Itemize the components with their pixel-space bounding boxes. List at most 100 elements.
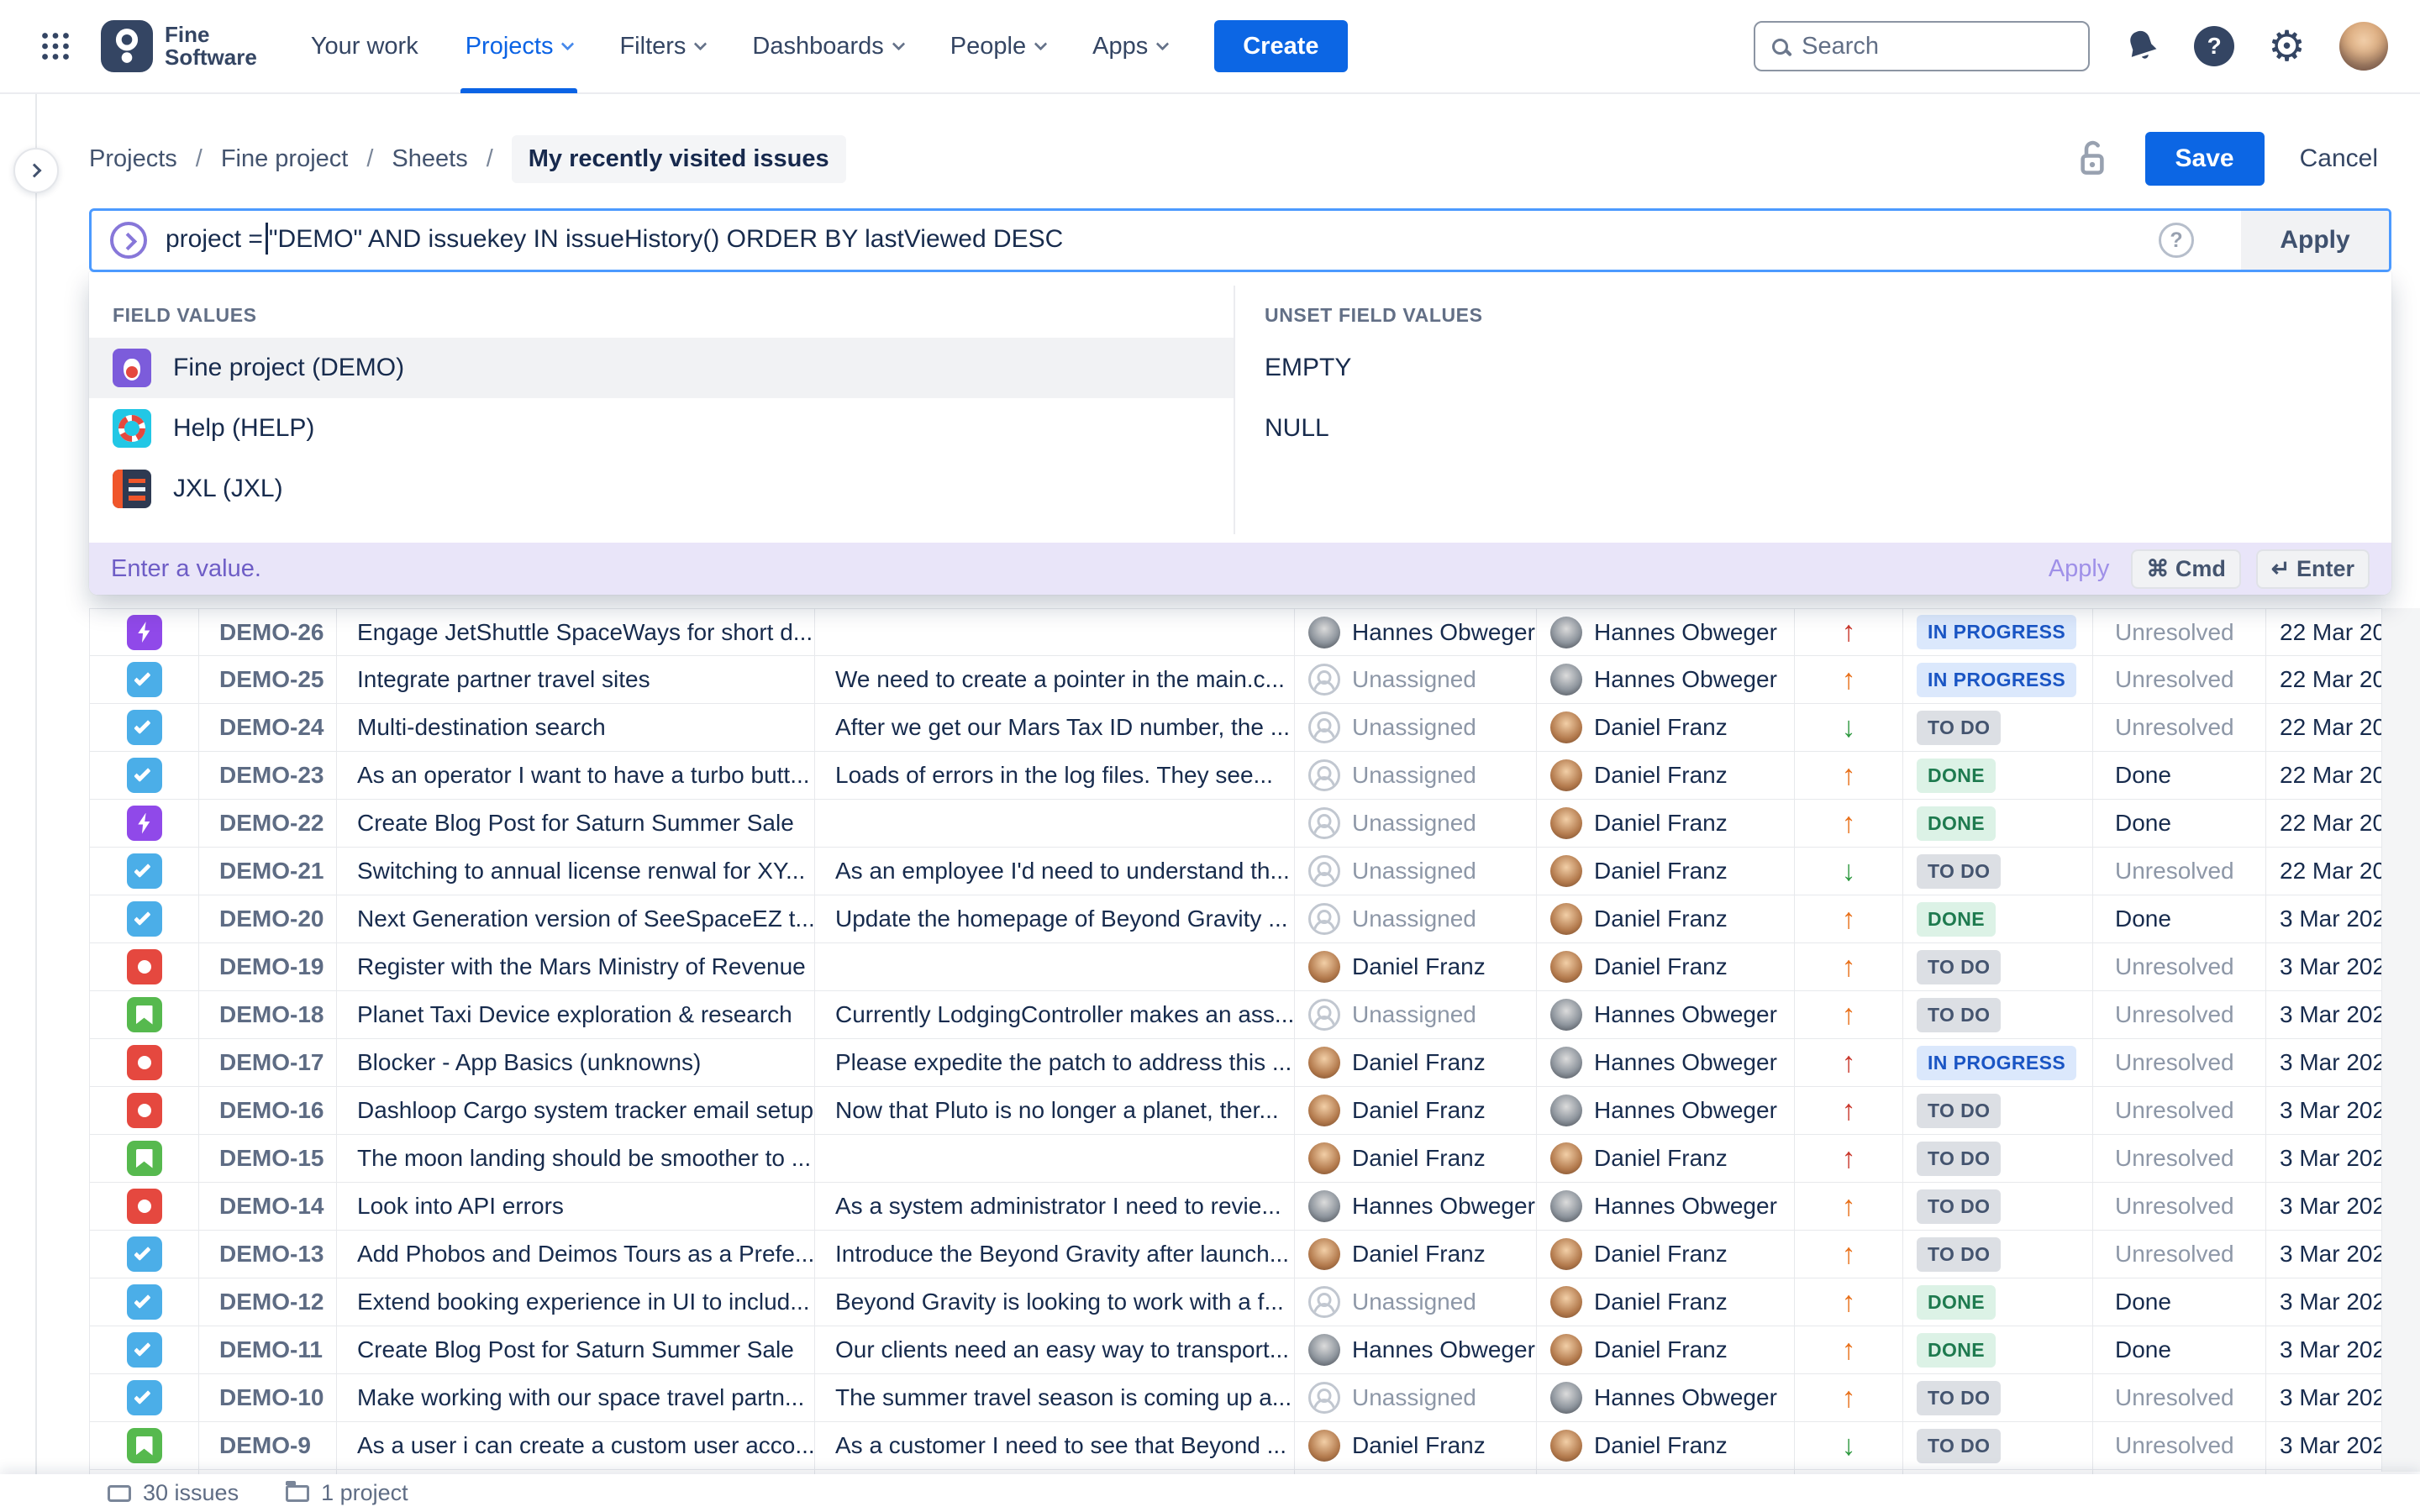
issue-type-cell[interactable] bbox=[90, 1422, 199, 1469]
status-cell[interactable]: DONE bbox=[1903, 1326, 2093, 1373]
table-row[interactable]: DEMO-10 Make working with our space trav… bbox=[89, 1374, 2420, 1422]
status-cell[interactable]: IN PROGRESS bbox=[1903, 656, 2093, 703]
option-jxl-project[interactable]: JXL (JXL) bbox=[89, 459, 1234, 519]
priority-cell[interactable]: ↑ bbox=[1795, 991, 1903, 1038]
assignee-cell[interactable]: Unassigned bbox=[1295, 848, 1537, 895]
summary-cell[interactable]: Next Generation version of SeeSpaceEZ t.… bbox=[337, 895, 815, 942]
table-row[interactable]: DEMO-11 Create Blog Post for Saturn Summ… bbox=[89, 1326, 2420, 1374]
summary-cell[interactable]: Create Blog Post for Saturn Summer Sale bbox=[337, 800, 815, 847]
issue-type-cell[interactable] bbox=[90, 1039, 199, 1086]
user-avatar[interactable] bbox=[2339, 22, 2388, 71]
issue-key[interactable]: DEMO-13 bbox=[219, 1241, 324, 1268]
priority-cell[interactable]: ↑ bbox=[1795, 1039, 1903, 1086]
table-row[interactable]: DEMO-12 Extend booking experience in UI … bbox=[89, 1278, 2420, 1326]
app-switcher-icon[interactable] bbox=[32, 23, 79, 70]
resolution-cell[interactable]: Done bbox=[2093, 1278, 2266, 1326]
issue-key[interactable]: DEMO-20 bbox=[219, 906, 324, 932]
option-fine-project[interactable]: Fine project (DEMO) bbox=[89, 338, 1234, 398]
reporter-cell[interactable]: Daniel Franz bbox=[1537, 895, 1795, 942]
issue-key[interactable]: DEMO-17 bbox=[219, 1049, 324, 1076]
nav-item-projects[interactable]: Projects bbox=[466, 0, 573, 93]
status-cell[interactable]: TO DO bbox=[1903, 848, 2093, 895]
issue-key-cell[interactable]: DEMO-22 bbox=[199, 800, 337, 847]
priority-cell[interactable]: ↑ bbox=[1795, 656, 1903, 703]
jql-query-text[interactable]: project ="DEMO" AND issuekey IN issueHis… bbox=[166, 223, 1063, 258]
description-cell[interactable] bbox=[815, 943, 1295, 990]
priority-cell[interactable]: ↑ bbox=[1795, 1326, 1903, 1373]
table-row[interactable]: DEMO-17 Blocker - App Basics (unknowns) … bbox=[89, 1039, 2420, 1087]
hint-apply-label[interactable]: Apply bbox=[2049, 555, 2110, 583]
issue-type-cell[interactable] bbox=[90, 1231, 199, 1278]
expand-sidebar-button[interactable] bbox=[13, 148, 59, 193]
assignee-cell[interactable]: Unassigned bbox=[1295, 656, 1537, 703]
reporter-cell[interactable]: Hannes Obweger bbox=[1537, 1087, 1795, 1134]
assignee-cell[interactable]: Unassigned bbox=[1295, 752, 1537, 799]
issue-key[interactable]: DEMO-15 bbox=[219, 1145, 324, 1172]
priority-cell[interactable]: ↑ bbox=[1795, 609, 1903, 655]
assignee-cell[interactable]: Daniel Franz bbox=[1295, 1422, 1537, 1469]
description-cell[interactable]: The summer travel season is coming up a.… bbox=[815, 1374, 1295, 1421]
breadcrumb-sheets[interactable]: Sheets bbox=[392, 145, 467, 173]
issue-key-cell[interactable]: DEMO-10 bbox=[199, 1374, 337, 1421]
reporter-cell[interactable]: Daniel Franz bbox=[1537, 752, 1795, 799]
issue-type-cell[interactable] bbox=[90, 752, 199, 799]
nav-item-apps[interactable]: Apps bbox=[1092, 0, 1167, 93]
description-cell[interactable]: As an employee I'd need to understand th… bbox=[815, 848, 1295, 895]
description-cell[interactable]: We need to create a pointer in the main.… bbox=[815, 656, 1295, 703]
reporter-cell[interactable]: Hannes Obweger bbox=[1537, 609, 1795, 655]
assignee-cell[interactable]: Hannes Obweger bbox=[1295, 1326, 1537, 1373]
assignee-cell[interactable]: Daniel Franz bbox=[1295, 1039, 1537, 1086]
table-row[interactable]: DEMO-15 The moon landing should be smoot… bbox=[89, 1135, 2420, 1183]
syntax-help-icon[interactable]: ? bbox=[2159, 223, 2194, 258]
description-cell[interactable]: Loads of errors in the log files. They s… bbox=[815, 752, 1295, 799]
assignee-cell[interactable]: Hannes Obweger bbox=[1295, 1183, 1537, 1230]
issue-type-cell[interactable] bbox=[90, 991, 199, 1038]
priority-cell[interactable]: ↑ bbox=[1795, 1374, 1903, 1421]
table-row[interactable]: DEMO-18 Planet Taxi Device exploration &… bbox=[89, 991, 2420, 1039]
issue-type-cell[interactable] bbox=[90, 656, 199, 703]
assignee-cell[interactable]: Unassigned bbox=[1295, 991, 1537, 1038]
issue-key-cell[interactable]: DEMO-16 bbox=[199, 1087, 337, 1134]
issue-type-cell[interactable] bbox=[90, 1135, 199, 1182]
resolution-cell[interactable]: Unresolved bbox=[2093, 1374, 2266, 1421]
table-row[interactable]: DEMO-16 Dashloop Cargo system tracker em… bbox=[89, 1087, 2420, 1135]
summary-cell[interactable]: Planet Taxi Device exploration & researc… bbox=[337, 991, 815, 1038]
issue-type-cell[interactable] bbox=[90, 943, 199, 990]
search-input[interactable] bbox=[1802, 33, 2071, 60]
resolution-cell[interactable]: Done bbox=[2093, 895, 2266, 942]
summary-cell[interactable]: Blocker - App Basics (unknowns) bbox=[337, 1039, 815, 1086]
issue-key[interactable]: DEMO-16 bbox=[219, 1097, 324, 1124]
table-row[interactable]: DEMO-24 Multi-destination search After w… bbox=[89, 704, 2420, 752]
priority-cell[interactable]: ↓ bbox=[1795, 848, 1903, 895]
reporter-cell[interactable]: Daniel Franz bbox=[1537, 943, 1795, 990]
description-cell[interactable] bbox=[815, 609, 1295, 655]
notifications-bell-icon[interactable] bbox=[2123, 27, 2160, 66]
nav-item-people[interactable]: People bbox=[950, 0, 1045, 93]
issue-key[interactable]: DEMO-12 bbox=[219, 1289, 324, 1315]
issue-key-cell[interactable]: DEMO-23 bbox=[199, 752, 337, 799]
assignee-cell[interactable]: Unassigned bbox=[1295, 1374, 1537, 1421]
summary-cell[interactable]: Switching to annual license renwal for X… bbox=[337, 848, 815, 895]
create-button[interactable]: Create bbox=[1214, 20, 1347, 72]
table-row[interactable]: DEMO-19 Register with the Mars Ministry … bbox=[89, 943, 2420, 991]
reporter-cell[interactable]: Daniel Franz bbox=[1537, 848, 1795, 895]
nav-item-dashboards[interactable]: Dashboards bbox=[752, 0, 902, 93]
assignee-cell[interactable]: Daniel Franz bbox=[1295, 1231, 1537, 1278]
summary-cell[interactable]: Extend booking experience in UI to inclu… bbox=[337, 1278, 815, 1326]
resolution-cell[interactable]: Unresolved bbox=[2093, 1039, 2266, 1086]
status-cell[interactable]: DONE bbox=[1903, 752, 2093, 799]
reporter-cell[interactable]: Hannes Obweger bbox=[1537, 1039, 1795, 1086]
priority-cell[interactable]: ↑ bbox=[1795, 1135, 1903, 1182]
priority-cell[interactable]: ↑ bbox=[1795, 800, 1903, 847]
issue-key[interactable]: DEMO-21 bbox=[219, 858, 324, 885]
option-empty[interactable]: EMPTY bbox=[1265, 338, 1351, 398]
issue-key[interactable]: DEMO-26 bbox=[219, 619, 324, 646]
issue-type-cell[interactable] bbox=[90, 895, 199, 942]
nav-item-your-work[interactable]: Your work bbox=[311, 0, 418, 93]
status-cell[interactable]: TO DO bbox=[1903, 1183, 2093, 1230]
issue-type-cell[interactable] bbox=[90, 1278, 199, 1326]
summary-cell[interactable]: Add Phobos and Deimos Tours as a Prefe..… bbox=[337, 1231, 815, 1278]
resolution-cell[interactable]: Unresolved bbox=[2093, 1231, 2266, 1278]
reporter-cell[interactable]: Daniel Franz bbox=[1537, 1135, 1795, 1182]
resolution-cell[interactable]: Unresolved bbox=[2093, 943, 2266, 990]
